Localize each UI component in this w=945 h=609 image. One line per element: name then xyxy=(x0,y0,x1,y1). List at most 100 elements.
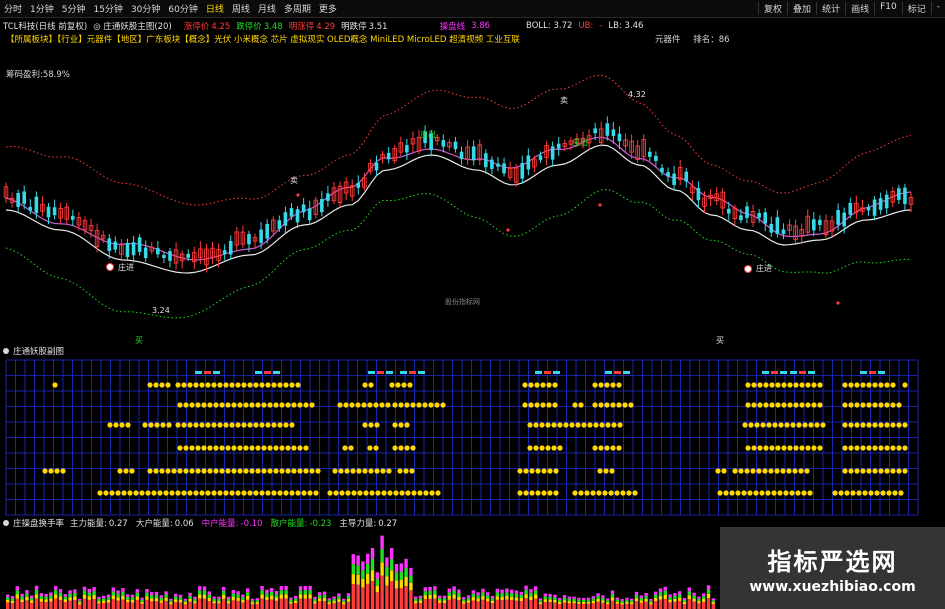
turnover-bar xyxy=(198,598,202,609)
panel-settings-icon[interactable] xyxy=(3,520,9,526)
signal-dot xyxy=(757,445,763,451)
signal-dot xyxy=(717,490,723,496)
turnover-bar xyxy=(428,598,432,609)
tool-button-3[interactable]: 画线 xyxy=(845,2,874,15)
tool-button-4[interactable]: F10 xyxy=(874,2,902,15)
turnover-bar xyxy=(711,600,715,603)
turnover-bar xyxy=(519,591,523,595)
turnover-bar xyxy=(447,588,451,593)
turnover-bar xyxy=(188,598,192,602)
tool-button-6[interactable]: - xyxy=(930,2,945,15)
signal-dot xyxy=(738,468,744,474)
sell-signal-2: 卖 xyxy=(560,96,568,105)
turnover-bar xyxy=(630,604,634,609)
turnover-bar xyxy=(260,598,264,609)
signal-dot xyxy=(217,490,223,496)
tool-button-2[interactable]: 统计 xyxy=(816,2,845,15)
turnover-bar xyxy=(178,594,183,598)
turnover-bar xyxy=(495,588,499,593)
watermark-title: 指标严选网 xyxy=(767,547,898,576)
signal-dot xyxy=(235,490,241,496)
turnover-bar xyxy=(250,598,255,601)
signal-dot xyxy=(854,468,860,474)
signal-dot xyxy=(878,402,884,408)
period-tab-7[interactable]: 周线 xyxy=(228,2,254,15)
turnover-bar xyxy=(178,602,183,609)
signal-dot xyxy=(241,422,247,428)
signal-dot xyxy=(896,422,902,428)
turnover-bar xyxy=(226,603,231,609)
signal-dot xyxy=(199,422,205,428)
signal-dot xyxy=(769,445,775,451)
signal-dot xyxy=(207,468,213,474)
signal-dot xyxy=(868,490,874,496)
turnover-bar xyxy=(102,595,106,599)
tool-button-5[interactable]: 标记 xyxy=(901,2,931,15)
period-tab-5[interactable]: 60分钟 xyxy=(164,2,201,15)
signal-dot xyxy=(42,468,48,474)
butterfly-marker-4 xyxy=(544,371,551,374)
turnover-bar xyxy=(284,590,288,595)
turnover-bar xyxy=(409,590,413,609)
turnover-bar xyxy=(82,598,87,609)
signal-dot xyxy=(616,445,622,451)
dot-matrix-panel[interactable] xyxy=(0,357,945,517)
signal-dot xyxy=(896,468,902,474)
turnover-bar xyxy=(87,596,91,600)
signal-dot xyxy=(540,382,546,388)
candle-body xyxy=(471,146,476,161)
turnover-bar xyxy=(145,596,149,600)
period-tab-0[interactable]: 分时 xyxy=(0,2,26,15)
signal-dot xyxy=(373,445,379,451)
butterfly-marker-0 xyxy=(213,371,220,374)
period-tab-9[interactable]: 多周期 xyxy=(280,2,315,15)
candle-body xyxy=(556,143,561,149)
signal-dot xyxy=(193,382,199,388)
tool-button-0[interactable]: 复权 xyxy=(758,2,787,15)
period-tab-1[interactable]: 1分钟 xyxy=(26,2,58,15)
sub-panel-2-title[interactable]: 庄操盘换手率 主力能量: 0.27 大户能量: 0.06 中户能量: -0.10 散户能量:… xyxy=(0,517,405,529)
turnover-bar xyxy=(337,601,341,609)
panel-settings-icon[interactable] xyxy=(3,348,9,354)
period-tab-2[interactable]: 5分钟 xyxy=(58,2,90,15)
signal-dot xyxy=(798,468,804,474)
turnover-bar xyxy=(366,583,370,609)
indicator-name[interactable]: ◎ 庄通妖股主图(20) xyxy=(93,20,178,32)
signal-dot xyxy=(201,402,207,408)
turnover-bar xyxy=(54,590,58,595)
tool-button-1[interactable]: 叠加 xyxy=(787,2,816,15)
signal-dot xyxy=(632,490,638,496)
butterfly-marker-0 xyxy=(204,371,211,374)
signal-dot xyxy=(799,445,805,451)
signal-dot xyxy=(605,422,611,428)
turnover-bar xyxy=(178,597,183,600)
turnover-bar xyxy=(308,598,312,609)
period-tab-8[interactable]: 月线 xyxy=(254,2,280,15)
sub-panel-1-title[interactable]: 庄通妖股副图 xyxy=(0,345,64,357)
turnover-bar xyxy=(423,599,427,609)
candle-body xyxy=(320,199,324,213)
turnover-bar xyxy=(500,589,504,594)
signal-dot xyxy=(109,490,115,496)
period-tab-10[interactable]: 更多 xyxy=(315,2,341,15)
period-tab-6[interactable]: 日线 xyxy=(202,2,228,15)
turnover-bar xyxy=(20,602,24,609)
signal-dot xyxy=(553,468,559,474)
turnover-bar xyxy=(351,584,355,609)
signal-dot xyxy=(374,468,380,474)
signal-dot xyxy=(205,422,211,428)
candle-body xyxy=(52,207,57,216)
period-tab-4[interactable]: 30分钟 xyxy=(127,2,164,15)
candle-body xyxy=(696,188,701,201)
signal-dot xyxy=(165,468,171,474)
signal-dot xyxy=(578,490,584,496)
turnover-bar xyxy=(15,598,19,609)
signal-dot xyxy=(781,382,787,388)
boll-ub-label: UB: xyxy=(578,20,594,31)
period-tab-3[interactable]: 15分钟 xyxy=(89,2,126,15)
candle-body xyxy=(660,167,664,173)
turnover-bar xyxy=(390,548,394,560)
signal-dot xyxy=(154,422,160,428)
turnover-bar xyxy=(668,599,672,603)
signal-dot xyxy=(832,490,838,496)
